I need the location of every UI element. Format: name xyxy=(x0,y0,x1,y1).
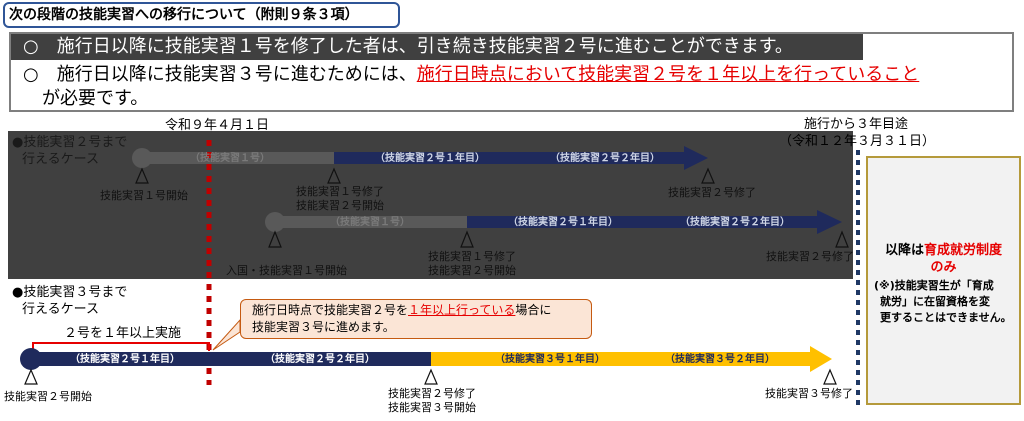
case2-marker3 xyxy=(823,368,837,385)
callout-prefix: 施行日時点で技能実習２号を xyxy=(252,303,409,317)
case1-row2-marker3 xyxy=(835,230,849,248)
case1-row1-m2-label-line1: 技能実習１号修了 xyxy=(296,185,384,198)
case1-row2-m3-label: 技能実習２号修了 xyxy=(766,250,854,263)
side-line1: 以降は育成就労制度 xyxy=(870,242,1017,259)
case1-row2-m2-label-line1: 技能実習１号修了 xyxy=(428,250,516,263)
case2-m1-label: 技能実習２号開始 xyxy=(4,390,92,403)
case2-m2-label-line1: 技能実習２号修了 xyxy=(388,387,476,400)
case2-seg1-label: （技能実習２号１年目） xyxy=(70,354,180,365)
case1-row1-seg2-label: （技能実習２号１年目） xyxy=(375,153,485,164)
callout-pointer xyxy=(212,318,241,351)
case2-seg2-label: （技能実習２号２年目） xyxy=(265,354,375,365)
case1-row2-seg3-label: （技能実習２号２年目） xyxy=(680,217,790,228)
case1-row1-m1-label: 技能実習１号開始 xyxy=(100,189,188,202)
callout-line1: 施行日時点で技能実習２号を１年以上行っている場合に xyxy=(252,302,551,319)
case1-row1-marker2 xyxy=(327,167,341,184)
case2-m3-label: 技能実習３号修了 xyxy=(765,387,853,400)
callout-line2: 技能実習３号に進めます。 xyxy=(252,320,395,334)
case1-row2-marker1 xyxy=(268,230,282,248)
case1-row1-m2-label-line2: 技能実習２号開始 xyxy=(296,199,384,212)
side-note: (※)技能実習生が「育成 就労」に在留資格を変 更することはできません。 xyxy=(874,278,1012,326)
case2-m2-label-line2: 技能実習３号開始 xyxy=(388,401,476,414)
callout-highlight: １年以上行っている xyxy=(408,303,516,317)
case2-bracket-label: ２号を１年以上実施 xyxy=(64,326,182,341)
callout-text: 施行日時点で技能実習２号を１年以上行っている場合に 技能実習３号に進めます。 xyxy=(252,302,551,336)
case2-seg3-label: （技能実習３号１年目） xyxy=(495,354,605,365)
case1-row1-arrowhead xyxy=(684,146,708,170)
side-line1-prefix: 以降は xyxy=(884,243,924,258)
case1-row1-seg1-label: （技能実習１号） xyxy=(190,153,270,164)
case2-bracket xyxy=(32,342,210,351)
case1-row2-m2-label-line2: 技能実習２号開始 xyxy=(428,264,516,277)
case1-row1-seg3-label: （技能実習２号２年目） xyxy=(550,153,660,164)
case1-row1-marker3 xyxy=(701,167,715,184)
case2-arrowhead xyxy=(810,346,832,372)
case1-row2-marker2 xyxy=(460,230,474,248)
side-line2: のみ xyxy=(930,260,957,275)
case1-row2-seg2-label: （技能実習２号１年目） xyxy=(508,217,618,228)
side-note-line1: (※)技能実習生が「育成 xyxy=(874,279,994,292)
case2-marker1 xyxy=(24,368,38,385)
side-note-line3: 更することはできません。 xyxy=(880,311,1012,324)
case1-row2-m1-label: 入国・技能実習１号開始 xyxy=(226,264,347,277)
side-note-line2: 就労」に在留資格を変 xyxy=(880,295,990,308)
case1-row1-marker1 xyxy=(135,167,149,184)
case2-marker2 xyxy=(424,368,438,385)
case1-row2-seg1-label: （技能実習１号） xyxy=(330,217,410,228)
side-line1-highlight: 育成就労制度 xyxy=(924,243,1003,258)
callout-suffix: 場合に xyxy=(515,303,552,317)
case1-row2-arrowhead xyxy=(817,210,842,234)
case2-seg4-label: （技能実習３号２年目） xyxy=(665,354,775,365)
case1-row1-m3-label: 技能実習２号修了 xyxy=(668,186,756,199)
